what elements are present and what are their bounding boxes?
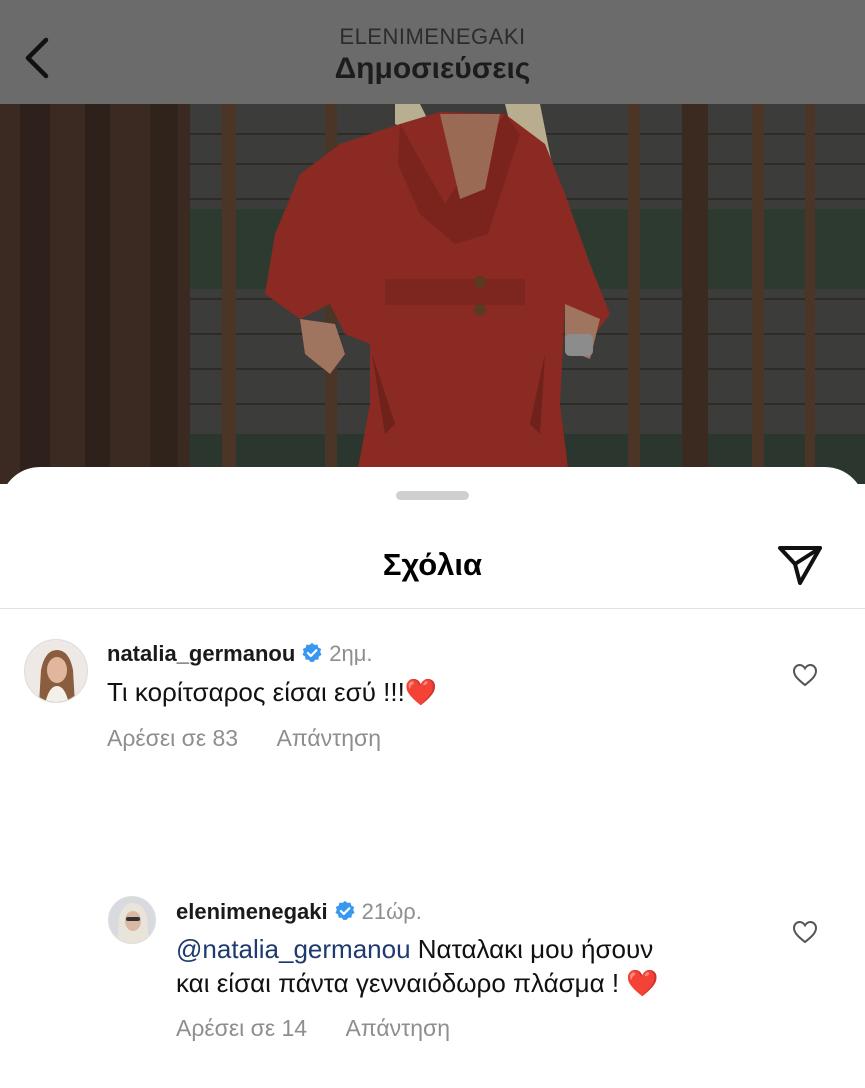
comment-text: @natalia_germanou Ναταλακι μου ήσουν και… bbox=[176, 932, 659, 1000]
comment-body-line2: και είσαι πάντα γενναιόδωρο πλάσμα ! bbox=[176, 968, 620, 998]
comments-sheet: Σχόλια natalia_germanou 2ημ. Τι κορίτσαρο… bbox=[0, 467, 865, 1088]
reply-comment-item: elenimenegaki 21ώρ. @natalia_germanou Νατ… bbox=[0, 467, 865, 1067]
post-header: ELENIMENEGAKI Δημοσιεύσεις bbox=[0, 0, 865, 104]
header-username: ELENIMENEGAKI bbox=[339, 24, 526, 49]
like-button[interactable] bbox=[792, 920, 820, 946]
post-image bbox=[0, 104, 865, 484]
comment-body-line1: Ναταλακι μου ήσουν bbox=[417, 934, 654, 964]
mention-link[interactable]: @natalia_germanou bbox=[176, 934, 411, 964]
reply-button[interactable]: Απάντηση bbox=[345, 1015, 450, 1041]
likes-count[interactable]: Αρέσει σε 14 bbox=[176, 1015, 307, 1041]
verified-badge-icon bbox=[335, 900, 355, 921]
page-title: Δημοσιεύσεις bbox=[334, 52, 531, 85]
comment-username[interactable]: elenimenegaki 21ώρ. bbox=[176, 899, 422, 925]
red-heart-emoji: ❤️ bbox=[626, 968, 659, 998]
heart-outline-icon bbox=[792, 920, 818, 944]
avatar[interactable] bbox=[108, 896, 156, 944]
username-text[interactable]: elenimenegaki bbox=[176, 899, 328, 924]
comment-time: 21ώρ. bbox=[361, 899, 422, 924]
comment-actions: Αρέσει σε 14 Απάντηση bbox=[176, 1015, 450, 1042]
